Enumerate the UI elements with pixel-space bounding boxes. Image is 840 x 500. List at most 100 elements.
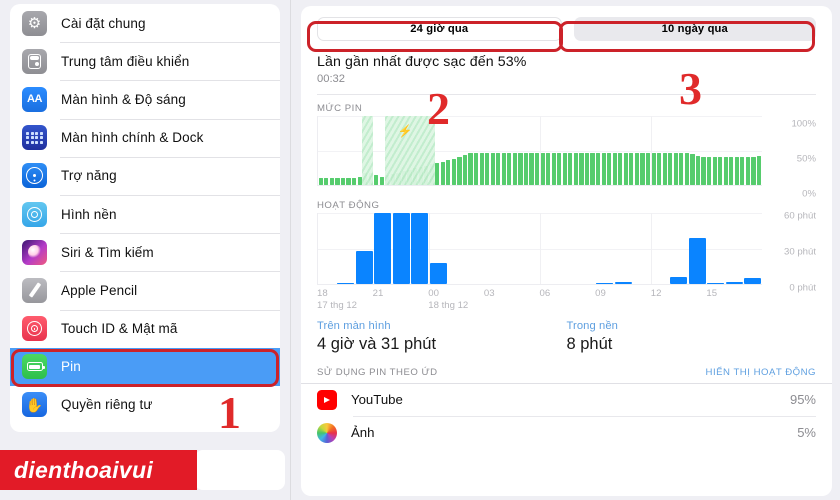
chart-bar (429, 262, 447, 284)
chart-bar (501, 153, 506, 185)
chart-bar (596, 282, 614, 284)
chart-bar (551, 153, 556, 185)
app-name: Ảnh (351, 425, 375, 440)
chart-bar (474, 153, 479, 185)
last-charge-time: 00:32 (317, 73, 345, 85)
chart-bar (623, 153, 628, 185)
chart-bar (440, 161, 445, 185)
chart-bar (496, 153, 501, 185)
x-sub-label: 17 thg 12 (317, 300, 358, 311)
x-tick-label: 18 (317, 288, 328, 299)
activity-ytick-30: 30 phút (783, 246, 816, 258)
activity-bars (318, 213, 762, 284)
chart-bar (684, 153, 689, 185)
activity-ytick-0: 0 phút (789, 282, 816, 294)
chart-bar (374, 213, 392, 284)
tab-last-24-hours[interactable]: 24 giờ qua (317, 17, 562, 41)
sidebar-item-label: Pin (61, 359, 81, 375)
show-activity-link[interactable]: HIỂN THỊ HOẠT ĐỘNG (706, 367, 816, 378)
pencil-icon (22, 277, 47, 303)
battery-level-section-title: MỨC PIN (317, 103, 363, 114)
chart-bar (723, 156, 728, 185)
sidebar-item-apple-pencil[interactable]: Apple Pencil (10, 271, 280, 309)
chart-bar (357, 177, 362, 185)
photos-icon (317, 422, 337, 443)
usage-on-screen: Trên màn hình 4 giờ và 31 phút (317, 320, 567, 354)
battery-settings-screen: ⚙ Cài đặt chung Trung tâm điều khiển AA … (0, 0, 840, 500)
usage-caption: Trong nền (566, 320, 618, 332)
chart-bar (634, 153, 640, 185)
battery-detail-pane: 24 giờ qua 10 ngày qua Lần gần nhất được… (290, 0, 840, 500)
chart-bar (392, 213, 410, 284)
chart-bar (679, 153, 684, 185)
x-tick-label: 21 (372, 288, 384, 299)
annotation-number-1: 1 (218, 387, 241, 438)
app-usage-header: SỬ DỤNG PIN THEO ỨD HIỂN THỊ HOẠT ĐỘNG (317, 354, 816, 383)
chart-bar (618, 153, 623, 185)
sidebar-item-siri-search[interactable]: Siri & Tìm kiếm (10, 233, 280, 271)
sidebar-item-display-brightness[interactable]: AA Màn hình & Độ sáng (10, 80, 280, 118)
annotation-number-2: 2 (427, 83, 450, 134)
chart-bar (435, 162, 440, 185)
chart-bar (688, 237, 706, 284)
battery-ytick-50: 50% (796, 153, 816, 165)
chart-bar (335, 178, 340, 185)
charging-band (362, 116, 374, 185)
chart-bar (756, 156, 762, 185)
chart-bar (707, 282, 725, 284)
chart-bar (601, 153, 606, 185)
sidebar-item-battery[interactable]: Pin (10, 347, 280, 386)
chart-bar (540, 153, 545, 185)
app-row-youtube[interactable]: YouTube 95% (301, 383, 832, 416)
chart-bar (725, 281, 743, 284)
app-percent: 5% (797, 425, 816, 440)
chart-bar (662, 153, 667, 185)
chart-bar (706, 156, 712, 185)
sidebar-item-label: Trung tâm điều khiển (61, 53, 190, 69)
chart-bar (337, 282, 355, 284)
chart-bar (701, 156, 706, 185)
gear-icon: ⚙ (22, 10, 47, 36)
app-percent: 95% (789, 392, 816, 407)
tab-last-10-days[interactable]: 10 ngày qua (573, 17, 816, 41)
chart-bar (462, 154, 468, 185)
display-aa-icon: AA (22, 86, 47, 112)
usage-value: 8 phút (566, 335, 613, 353)
chart-bar (751, 156, 756, 185)
chart-bar (734, 156, 739, 185)
battery-level-chart: ⚡ 100% 50% 0% (317, 116, 816, 200)
chart-bar (651, 153, 656, 185)
chart-bar (673, 153, 678, 185)
sidebar-item-home-screen-dock[interactable]: Màn hình chính & Dock (10, 118, 280, 157)
sidebar-item-label: Trợ năng (61, 168, 117, 184)
chart-bar (479, 153, 484, 185)
usage-background: Trong nền 8 phút (567, 320, 817, 354)
chart-bar (718, 156, 723, 185)
sidebar-item-touch-id-passcode[interactable]: Touch ID & Mật mã (10, 309, 280, 348)
chart-bar (512, 153, 517, 185)
sidebar-item-label: Quyền riêng tư (61, 397, 153, 413)
chart-bar (355, 250, 373, 284)
app-row-photos[interactable]: Ảnh 5% (317, 416, 816, 449)
sidebar-item-general[interactable]: ⚙ Cài đặt chung (10, 4, 280, 42)
sidebar-item-accessibility[interactable]: Trợ năng (10, 156, 280, 195)
x-tick-label: 09 (595, 288, 606, 299)
x-tick-label: 00 (428, 288, 439, 299)
wallpaper-icon (22, 201, 47, 227)
chart-bar (612, 153, 617, 185)
sidebar-item-control-center[interactable]: Trung tâm điều khiển (10, 42, 280, 80)
sidebar-item-label: Cài đặt chung (61, 15, 146, 31)
chart-bar (451, 158, 456, 185)
chart-bar (596, 153, 601, 185)
control-center-icon (22, 48, 47, 74)
chart-bar (690, 153, 695, 185)
chart-bar (318, 178, 323, 185)
chart-bar (568, 153, 573, 185)
watermark-backplate (195, 450, 285, 490)
x-tick-label: 06 (539, 288, 551, 299)
chart-bar (712, 156, 717, 185)
chart-bar (607, 153, 612, 185)
sidebar-item-wallpaper[interactable]: Hình nền (10, 194, 280, 233)
chart-bar (745, 156, 750, 185)
activity-ytick-60: 60 phút (783, 210, 816, 222)
